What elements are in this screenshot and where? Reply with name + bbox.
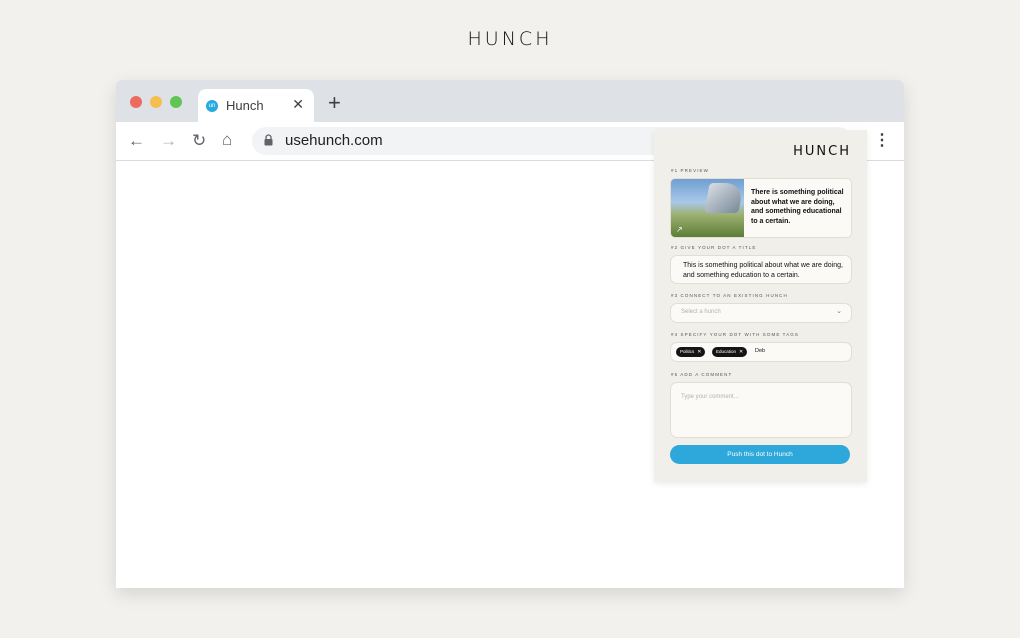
url-text: usehunch.com	[285, 132, 383, 149]
title-input-value: This is something political about what w…	[683, 262, 843, 279]
tag-typing-text: Deb	[755, 348, 766, 354]
panel-logo: HUNCH	[793, 144, 851, 159]
more-menu-icon[interactable]: ⋮	[874, 130, 890, 150]
window-maximize-button[interactable]	[170, 96, 182, 108]
tab-hunch[interactable]: un Hunch ✕	[198, 89, 314, 122]
hunch-favicon-icon: un	[206, 100, 218, 112]
external-link-icon[interactable]: ↗	[676, 225, 683, 234]
connect-step-label: #3 CONNECT TO AN EXISTING HUNCH	[671, 293, 788, 298]
push-dot-button[interactable]: Push this dot to Hunch	[670, 445, 850, 464]
tags-step-label: #4 SPECIFY YOUR DOT WITH SOME TAGS	[671, 332, 800, 337]
comment-step-label: #5 ADD A COMMENT	[671, 372, 733, 377]
preview-card: ↗ There is something political about wha…	[670, 178, 852, 238]
reload-icon[interactable]: ↻	[192, 131, 206, 151]
title-step-label: #2 GIVE YOUR DOT A TITLE	[671, 245, 757, 250]
tag-chip[interactable]: Politics ✕	[676, 347, 706, 357]
tab-bar: un Hunch ✕ +	[116, 80, 904, 122]
plus-icon[interactable]: +	[328, 92, 341, 114]
hunch-select[interactable]: Select a hunch ⌄	[670, 303, 852, 323]
tag-chip[interactable]: Education ✕	[712, 347, 748, 357]
chevron-down-icon: ⌄	[836, 308, 842, 315]
brand-logo: HUNCH	[467, 28, 553, 50]
preview-thumbnail: ↗	[671, 179, 744, 237]
window-close-button[interactable]	[130, 96, 142, 108]
comment-textarea[interactable]: Type your comment...	[670, 382, 852, 438]
window-minimize-button[interactable]	[150, 96, 162, 108]
tag-remove-icon[interactable]: ✕	[739, 349, 743, 355]
tab-title: Hunch	[226, 98, 264, 113]
tag-label: Education	[716, 349, 737, 354]
forward-arrow-icon[interactable]: →	[160, 131, 177, 151]
tags-input[interactable]: Politics ✕ Education ✕ Deb	[670, 342, 852, 362]
tag-remove-icon[interactable]: ✕	[697, 349, 701, 355]
hunch-extension-panel: HUNCH #1 PREVIEW ↗ There is something po…	[654, 130, 867, 482]
comment-placeholder: Type your comment...	[681, 394, 739, 400]
back-arrow-icon[interactable]: ←	[128, 131, 145, 151]
close-icon[interactable]: ✕	[292, 96, 304, 113]
building-image	[704, 183, 744, 213]
title-input[interactable]: This is something political about what w…	[670, 255, 852, 284]
hunch-select-placeholder: Select a hunch	[681, 309, 721, 315]
preview-step-label: #1 PREVIEW	[671, 168, 710, 173]
tag-label: Politics	[680, 349, 695, 354]
preview-text: There is something political about what …	[751, 189, 844, 225]
home-icon[interactable]: ⌂	[222, 130, 232, 150]
lock-icon	[264, 134, 273, 146]
